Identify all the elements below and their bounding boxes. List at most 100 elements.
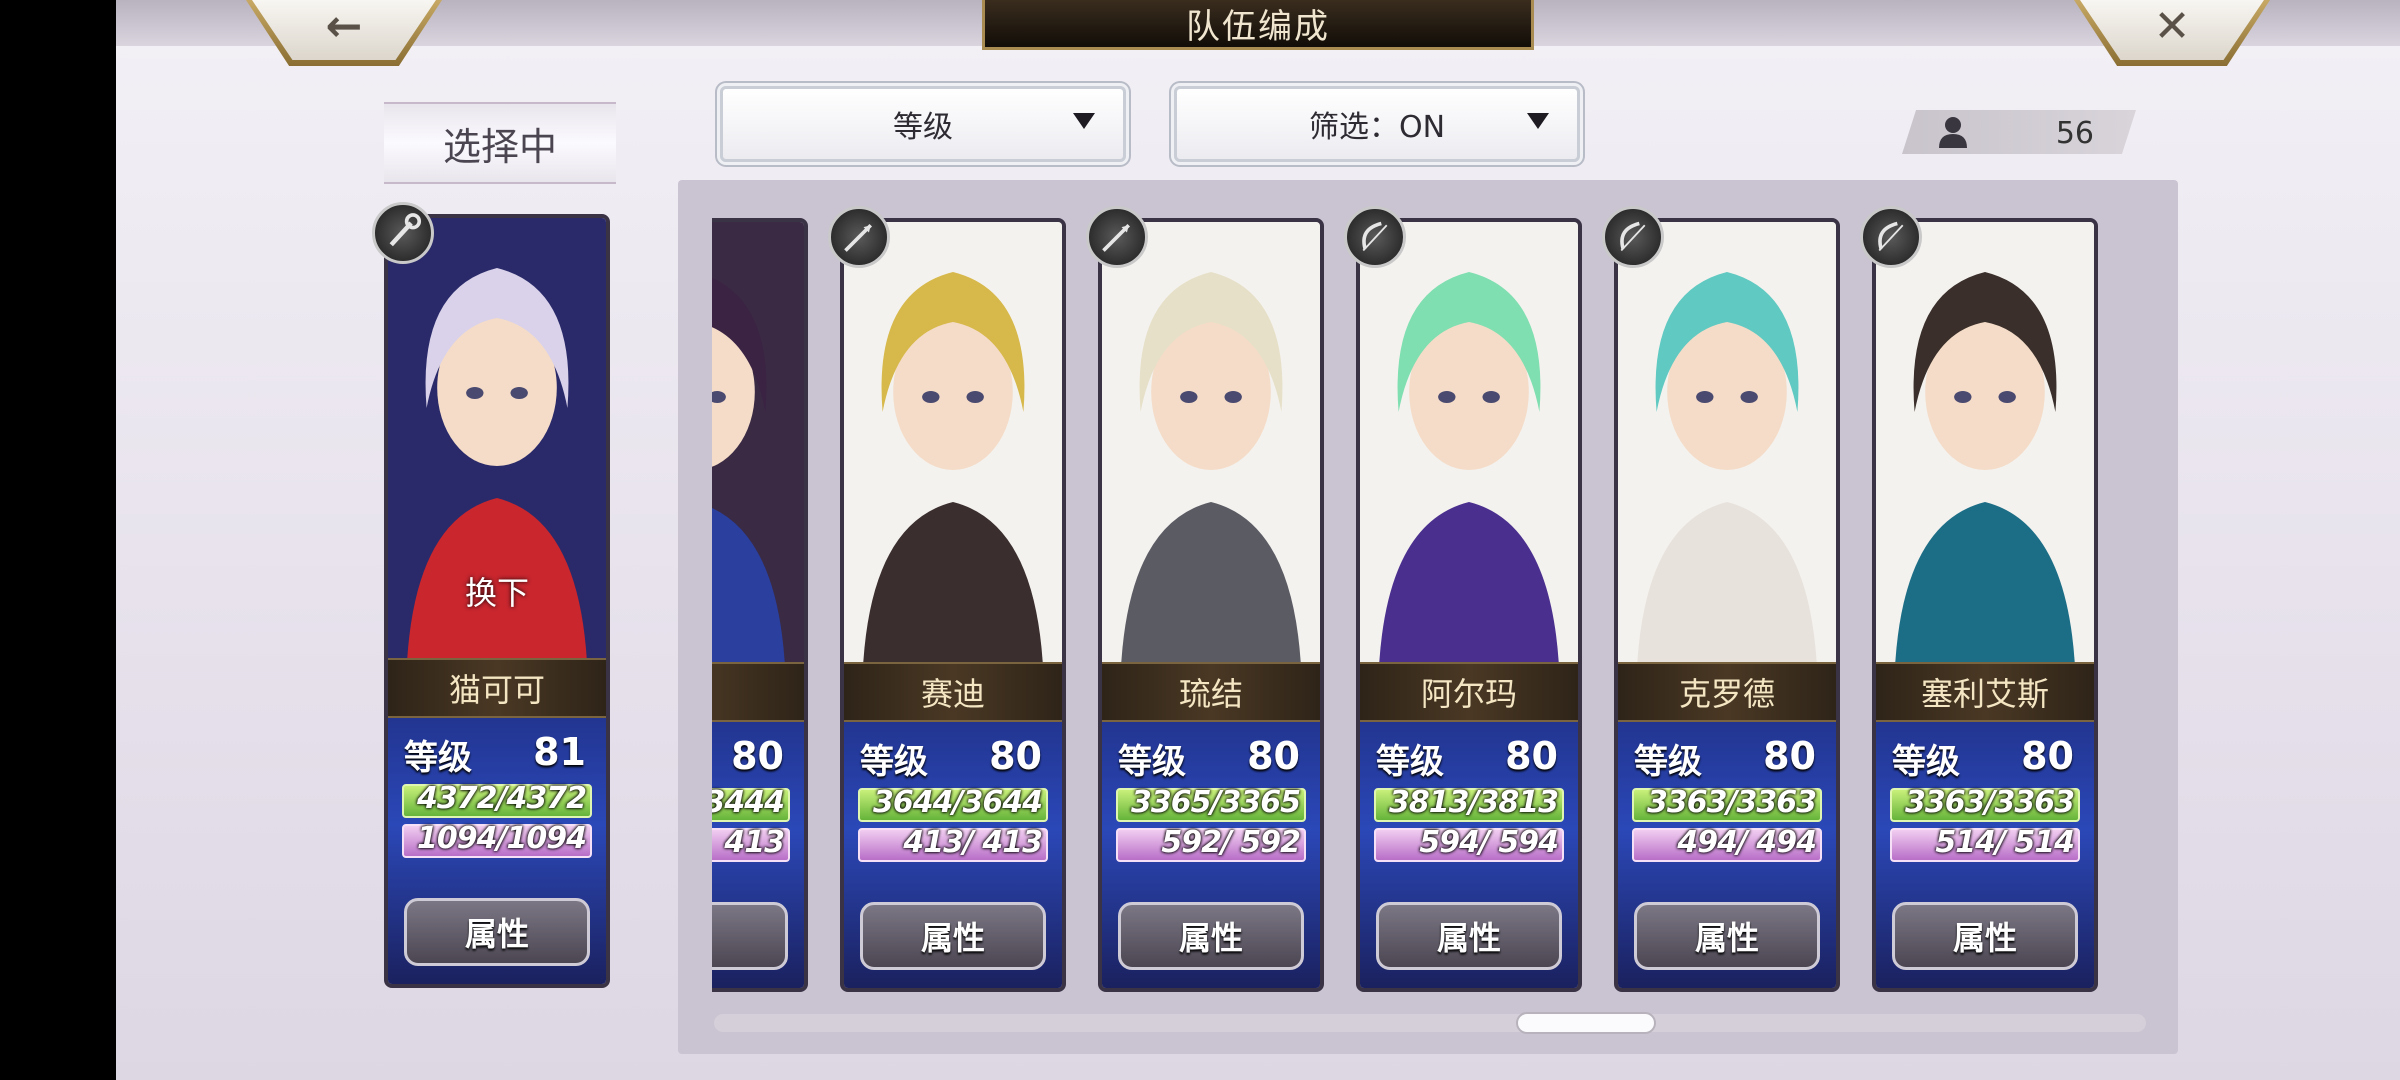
character-name: 克罗德 xyxy=(1618,662,1836,722)
mp-bar: 592/ 592 xyxy=(1116,825,1306,862)
roster-scroll-area[interactable]: 特等级803444413性赛迪等级803644/3644413/ 413属性琉结… xyxy=(712,200,2160,1000)
character-name: 阿尔玛 xyxy=(1360,662,1578,722)
hp-bar: 3444 xyxy=(712,785,790,822)
attributes-button[interactable]: 属性 xyxy=(1376,902,1562,970)
character-count: 56 xyxy=(2055,116,2094,151)
bow-icon xyxy=(1602,206,1664,268)
hp-value: 3363/3363 xyxy=(1905,785,2075,820)
mp-value: 594/ 594 xyxy=(1419,825,1559,860)
hp-value: 4372/4372 xyxy=(417,781,587,816)
filter-dropdown[interactable]: 筛选：ON xyxy=(1174,86,1580,162)
attributes-button[interactable]: 属性 xyxy=(404,898,590,966)
hp-value: 3365/3365 xyxy=(1131,785,1301,820)
mp-bar: 413 xyxy=(712,825,790,862)
character-name: 琉结 xyxy=(1102,662,1320,722)
level-row: 等级80 xyxy=(712,734,790,778)
staff-icon xyxy=(372,202,434,264)
level-row: 等级 81 xyxy=(402,730,592,778)
level-row: 等级80 xyxy=(1890,734,2080,782)
attributes-button[interactable]: 属性 xyxy=(860,902,1046,970)
level-value: 80 xyxy=(731,734,784,778)
mp-bar: 413/ 413 xyxy=(858,825,1048,862)
mp-value: 413 xyxy=(724,825,785,860)
character-card[interactable]: 琉结等级 80 3365/3365 592/ 592 属性 xyxy=(1086,206,1324,992)
swap-out-label: 换下 xyxy=(464,574,529,612)
level-label: 等级 xyxy=(404,738,472,778)
character-card[interactable]: 克罗德等级 80 3363/3363 494/ 494 属性 xyxy=(1602,206,1840,992)
card-frame: 塞利艾斯等级 80 3363/3363 514/ 514 属性 xyxy=(1872,218,2098,992)
character-card[interactable]: 赛迪等级 80 3644/3644 413/ 413 属性 xyxy=(828,206,1066,992)
character-portrait xyxy=(844,222,1062,662)
filter-dropdown-label: 筛选：ON xyxy=(1308,110,1446,145)
hp-value: 3644/3644 xyxy=(873,785,1043,820)
sort-dropdown[interactable]: 等级 xyxy=(720,86,1126,162)
attributes-button[interactable]: 性 xyxy=(712,902,788,970)
mp-bar: 494/ 494 xyxy=(1632,825,1822,862)
person-icon xyxy=(1939,117,1967,148)
character-name: 塞利艾斯 xyxy=(1876,662,2094,722)
page-title: 队伍编成 xyxy=(982,0,1534,50)
bow-icon xyxy=(1344,206,1406,268)
card-frame: 克罗德等级 80 3363/3363 494/ 494 属性 xyxy=(1614,218,1840,992)
character-count-badge: 56 xyxy=(1902,110,2136,154)
level-label: 等级 xyxy=(1634,742,1702,782)
card-frame: 阿尔玛等级 80 3813/3813 594/ 594 属性 xyxy=(1356,218,1582,992)
spear-icon xyxy=(1086,206,1148,268)
mp-value: 514/ 514 xyxy=(1935,825,2075,860)
scrollbar-thumb[interactable] xyxy=(1516,1012,1656,1034)
bow-icon xyxy=(1860,206,1922,268)
hp-bar: 3644/3644 xyxy=(858,785,1048,822)
mp-bar: 594/ 594 xyxy=(1374,825,1564,862)
character-portrait xyxy=(1102,222,1320,662)
close-button[interactable]: ✕ xyxy=(2074,0,2270,66)
mp-value: 413/ 413 xyxy=(903,825,1043,860)
sort-dropdown-label: 等级 xyxy=(893,110,953,145)
level-value: 80 xyxy=(1505,734,1558,778)
selecting-label: 选择中 xyxy=(384,102,616,184)
hp-bar: 4372/4372 xyxy=(402,781,592,818)
card-frame: 特等级80 3444 413 性 xyxy=(712,218,808,992)
character-card[interactable]: 特等级80 3444 413 性 xyxy=(712,218,808,992)
level-row: 等级 80 xyxy=(1116,734,1306,782)
level-value: 80 xyxy=(1763,734,1816,778)
character-portrait xyxy=(1618,222,1836,662)
character-name: 赛迪 xyxy=(844,662,1062,722)
attributes-button[interactable]: 属性 xyxy=(1118,902,1304,970)
character-card[interactable]: 阿尔玛等级 80 3813/3813 594/ 594 属性 xyxy=(1344,206,1582,992)
selected-character-card[interactable]: 猫可可 等级 81 4372/4372 1094/1094 属性 换下 xyxy=(372,202,610,988)
scrollbar-track xyxy=(714,1014,2146,1032)
level-value: 80 xyxy=(2021,734,2074,778)
level-label: 等级 xyxy=(860,742,928,782)
mp-value: 494/ 494 xyxy=(1677,825,1817,860)
level-label: 等级 xyxy=(1118,742,1186,782)
hp-bar: 3363/3363 xyxy=(1632,785,1822,822)
character-card[interactable]: 塞利艾斯等级 80 3363/3363 514/ 514 属性 xyxy=(1860,206,2098,992)
character-name: 猫可可 xyxy=(388,658,606,718)
attributes-button[interactable]: 属性 xyxy=(1634,902,1820,970)
back-button[interactable]: ← xyxy=(246,0,442,66)
card-frame: 琉结等级 80 3365/3365 592/ 592 属性 xyxy=(1098,218,1324,992)
level-value: 81 xyxy=(533,730,586,774)
hp-value: 3813/3813 xyxy=(1389,785,1559,820)
level-label: 等级 xyxy=(1376,742,1444,782)
mp-bar: 1094/1094 xyxy=(402,821,592,858)
mp-value: 592/ 592 xyxy=(1161,825,1301,860)
hp-value: 3444 xyxy=(712,785,785,820)
card-frame: 赛迪等级 80 3644/3644 413/ 413 属性 xyxy=(840,218,1066,992)
character-portrait xyxy=(1876,222,2094,662)
card-frame: 猫可可 等级 81 4372/4372 1094/1094 属性 换下 xyxy=(384,214,610,988)
attributes-button[interactable]: 属性 xyxy=(1892,902,2078,970)
chevron-down-icon xyxy=(1073,113,1095,129)
hp-value: 3363/3363 xyxy=(1647,785,1817,820)
level-value: 80 xyxy=(1247,734,1300,778)
level-value: 80 xyxy=(989,734,1042,778)
chevron-down-icon xyxy=(1527,113,1549,129)
team-formation-screen: ← 队伍编成 ✕ 选择中 等级 筛选：ON 56 猫可可 等级 81 4372/… xyxy=(116,0,2400,1080)
hp-bar: 3365/3365 xyxy=(1116,785,1306,822)
level-row: 等级 80 xyxy=(1374,734,1564,782)
mp-bar: 514/ 514 xyxy=(1890,825,2080,862)
hp-bar: 3363/3363 xyxy=(1890,785,2080,822)
spear-icon xyxy=(828,206,890,268)
level-row: 等级 80 xyxy=(1632,734,1822,782)
character-portrait xyxy=(712,222,804,662)
